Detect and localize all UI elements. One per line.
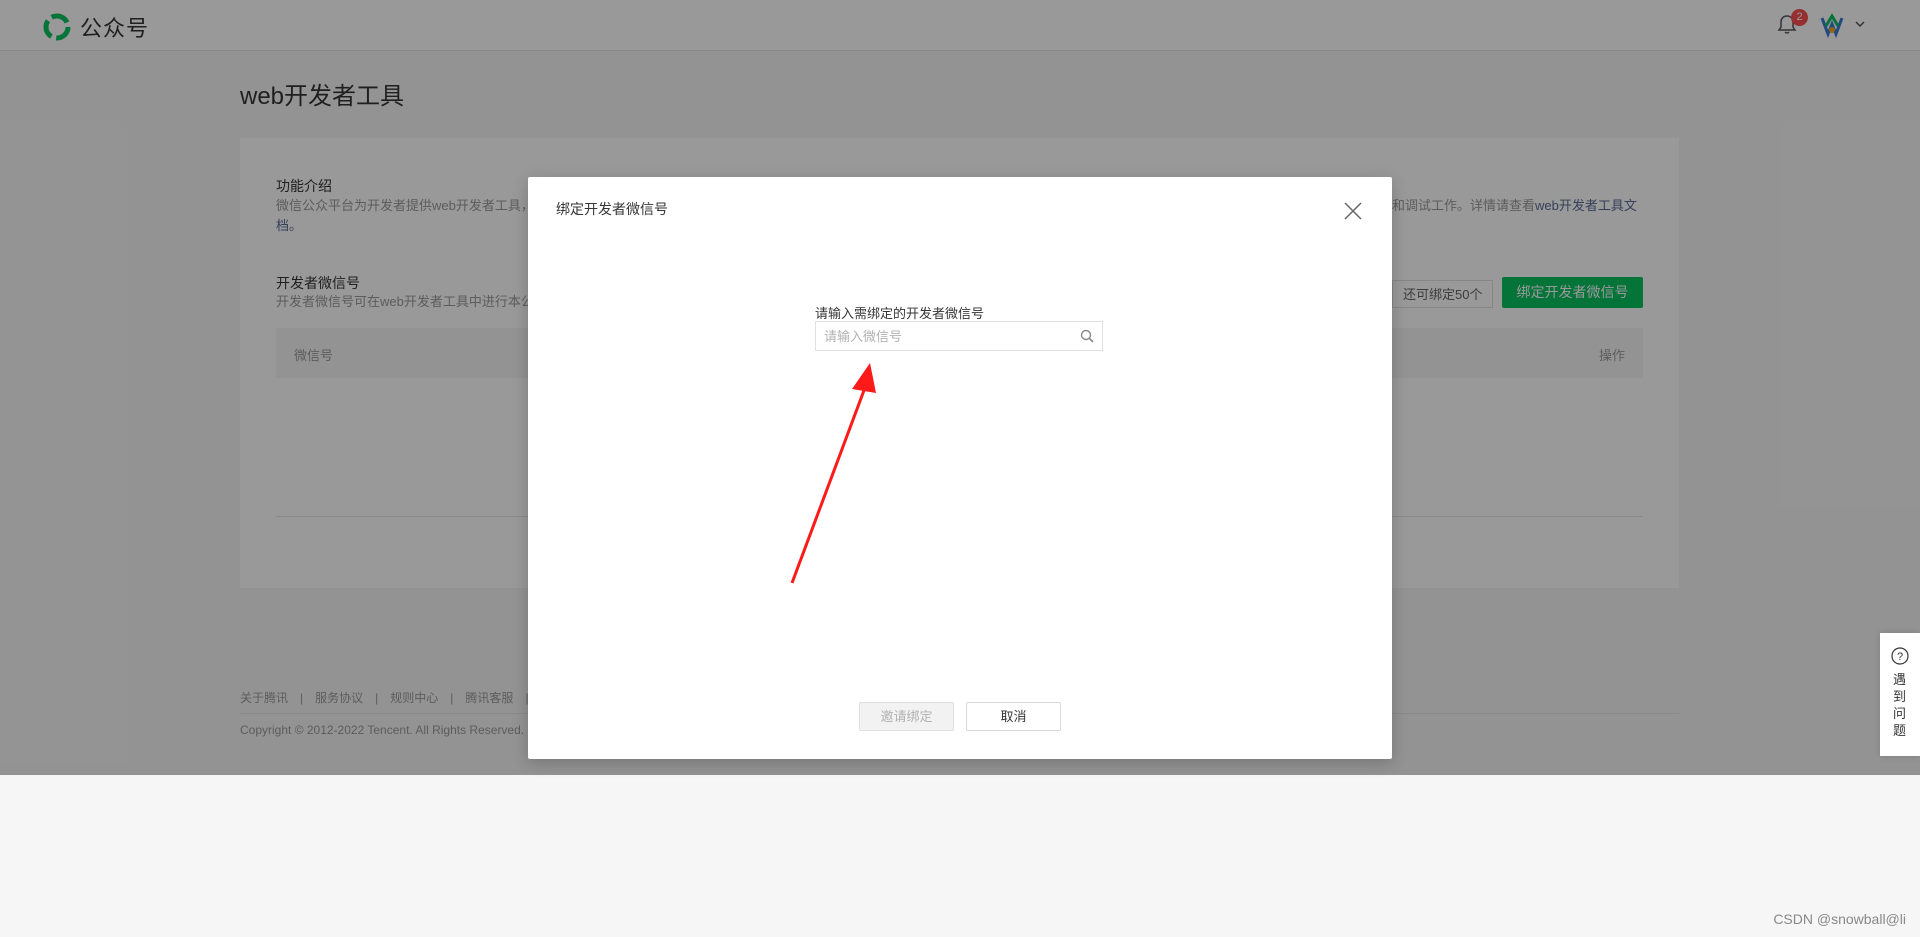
close-icon[interactable]	[1343, 201, 1363, 221]
help-float-label: 遇到问题	[1893, 672, 1907, 738]
wechat-id-search-box[interactable]	[815, 321, 1103, 351]
help-circle-icon: ?	[1891, 647, 1909, 665]
search-icon[interactable]	[1080, 329, 1094, 343]
wechat-id-input[interactable]	[824, 322, 1069, 350]
dialog-title: 绑定开发者微信号	[556, 201, 668, 217]
watermark: CSDN @snowball@li	[1773, 911, 1906, 927]
invite-bind-button[interactable]: 邀请绑定	[859, 702, 954, 731]
help-float-button[interactable]: ? 遇到问题	[1880, 633, 1920, 756]
cancel-button[interactable]: 取消	[966, 702, 1061, 731]
svg-text:?: ?	[1897, 651, 1903, 663]
bind-developer-dialog: 绑定开发者微信号 请输入需绑定的开发者微信号 邀请绑定 取消	[528, 177, 1392, 759]
annotation-arrow	[790, 363, 876, 584]
wechat-id-field-label: 请输入需绑定的开发者微信号	[815, 306, 985, 321]
